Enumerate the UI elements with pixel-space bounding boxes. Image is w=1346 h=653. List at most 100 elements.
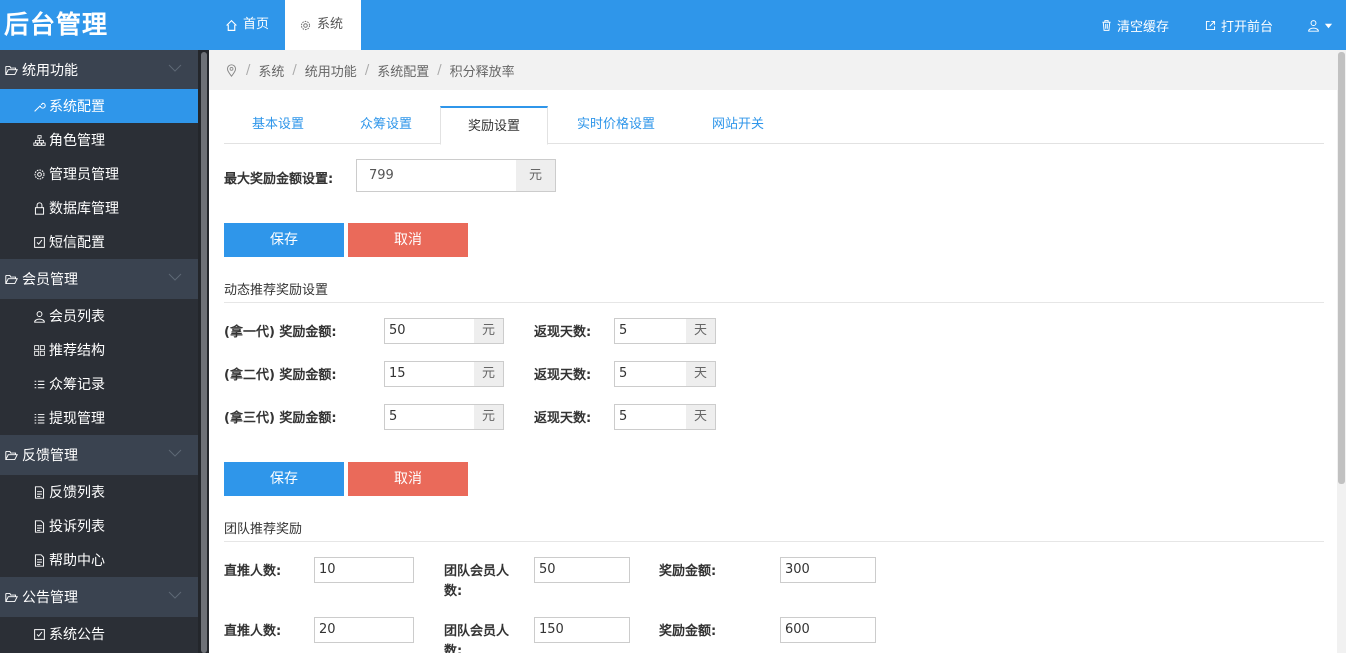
tab-reward[interactable]: 奖励设置	[440, 106, 548, 145]
top-bar: 后台管理 首页 系统 清空缓存 打开前台	[0, 0, 1346, 50]
top-tab-home[interactable]: 首页	[211, 0, 283, 50]
gen3-reward-unit: 元	[474, 404, 504, 430]
sidebar-group-label: 公告管理	[22, 590, 78, 606]
sidebar-item-member-list[interactable]: 会员列表	[0, 299, 198, 333]
breadcrumb-item-current: 积分释放率	[449, 64, 515, 80]
max-reward-input[interactable]: 799	[356, 159, 517, 192]
main-scrollbar-thumb[interactable]	[1338, 52, 1345, 484]
gen3-reward-input[interactable]: 5	[384, 404, 475, 430]
sidebar-item-crowdfund-records[interactable]: 众筹记录	[0, 367, 198, 401]
tab-crowdfund[interactable]: 众筹设置	[332, 106, 440, 144]
team-reward-section-title: 团队推荐奖励	[224, 518, 1324, 542]
user-icon	[34, 310, 45, 323]
tab-basic[interactable]: 基本设置	[224, 106, 332, 144]
sidebar-item-label: 短信配置	[49, 235, 105, 251]
sidebar-scrollbar-thumb[interactable]	[201, 52, 207, 653]
cancel-button[interactable]: 取消	[348, 223, 468, 257]
gear-icon	[34, 169, 45, 179]
gen1-reward-unit: 元	[474, 318, 504, 344]
max-reward-label: 最大奖励金额设置:	[224, 172, 334, 187]
gen1-days-input[interactable]: 5	[614, 318, 687, 344]
breadcrumb-separator: /	[437, 62, 442, 78]
wrench-icon	[34, 102, 46, 112]
sitemap-icon	[33, 134, 46, 146]
sidebar-item-sms[interactable]: 短信配置	[0, 225, 198, 259]
save-button-dynamic[interactable]: 保存	[224, 462, 344, 496]
sidebar-item-system-announcement[interactable]: 系统公告	[0, 617, 198, 651]
tab-realtime-price[interactable]: 实时价格设置	[548, 106, 684, 144]
chevron-down-icon	[168, 273, 182, 281]
user-menu[interactable]	[1307, 0, 1333, 50]
team-count-label-line2: 数:	[444, 644, 463, 653]
top-tab-system[interactable]: 系统	[285, 0, 361, 50]
team-count-input[interactable]: 150	[534, 617, 630, 643]
sidebar-item-feedback-list[interactable]: 反馈列表	[0, 475, 198, 509]
gen3-days-unit: 天	[686, 404, 716, 430]
sidebar-item-label: 数据库管理	[49, 201, 119, 217]
sidebar-group-members[interactable]: 会员管理	[0, 259, 198, 299]
sidebar-item-label: 系统配置	[49, 99, 105, 115]
sidebar-item-help-center[interactable]: 帮助中心	[0, 543, 198, 577]
top-tab-home-label: 首页	[243, 17, 270, 32]
dynamic-reward-section-title: 动态推荐奖励设置	[224, 279, 1324, 303]
main-scrollbar[interactable]	[1337, 50, 1346, 653]
breadcrumb-item[interactable]: 统用功能	[305, 61, 357, 80]
team-reward-input[interactable]: 600	[780, 617, 876, 643]
sidebar-item-label: 众筹记录	[49, 377, 105, 393]
caret-down-icon	[1324, 23, 1333, 28]
save-button[interactable]: 保存	[224, 223, 344, 257]
team-reward-label: 奖励金额:	[659, 624, 717, 639]
gen1-days-label: 返现天数:	[534, 325, 592, 340]
gen2-days-unit: 天	[686, 361, 716, 387]
gen1-days-unit: 天	[686, 318, 716, 344]
gen2-days-label: 返现天数:	[534, 368, 592, 383]
sidebar-group-label: 统用功能	[22, 63, 78, 79]
external-link-icon	[1205, 20, 1216, 30]
direct-count-label: 直推人数:	[224, 624, 282, 639]
sidebar-item-roles[interactable]: 角色管理	[0, 123, 198, 157]
sidebar-item-referral-structure[interactable]: 推荐结构	[0, 333, 198, 367]
sidebar-group-feedback[interactable]: 反馈管理	[0, 435, 198, 475]
tab-site-switch[interactable]: 网站开关	[684, 106, 792, 144]
clear-cache-label: 清空缓存	[1117, 19, 1170, 35]
breadcrumb-item[interactable]: 系统	[258, 61, 284, 80]
sidebar-item-withdrawals[interactable]: 提现管理	[0, 401, 198, 435]
gen1-reward-input[interactable]: 50	[384, 318, 475, 344]
gen2-days-input[interactable]: 5	[614, 361, 687, 387]
sidebar-item-system-config[interactable]: 系统配置	[0, 89, 198, 123]
open-frontend-button[interactable]: 打开前台	[1204, 0, 1273, 50]
gen2-reward-input[interactable]: 15	[384, 361, 475, 387]
direct-count-input[interactable]: 10	[314, 557, 414, 583]
sidebar-item-complaints[interactable]: 投诉列表	[0, 509, 198, 543]
sidebar-group-common[interactable]: 统用功能	[0, 50, 198, 90]
team-reward-label: 奖励金额:	[659, 564, 717, 579]
folder-open-icon	[5, 65, 18, 75]
team-count-label-line2: 数:	[444, 584, 463, 599]
sidebar-scrollbar[interactable]	[198, 50, 209, 653]
gear-icon	[300, 20, 311, 30]
breadcrumb-separator: /	[364, 62, 370, 78]
sidebar-item-database[interactable]: 数据库管理	[0, 191, 198, 225]
check-square-icon	[34, 236, 45, 248]
clear-cache-button[interactable]: 清空缓存	[1100, 0, 1169, 50]
list-icon	[34, 413, 45, 423]
breadcrumb-item[interactable]: 系统配置	[377, 61, 429, 80]
document-icon	[34, 553, 45, 567]
gen3-days-input[interactable]: 5	[614, 404, 687, 430]
open-frontend-label: 打开前台	[1221, 19, 1274, 35]
gen3-days-label: 返现天数:	[534, 411, 592, 426]
folder-open-icon	[5, 274, 18, 284]
team-count-input[interactable]: 50	[534, 557, 630, 583]
document-icon	[34, 485, 45, 499]
breadcrumb-separator: /	[292, 62, 297, 78]
breadcrumb: / 系统 / 统用功能 / 系统配置 / 积分释放率	[209, 50, 1337, 90]
team-reward-input[interactable]: 300	[780, 557, 876, 583]
sidebar-item-admins[interactable]: 管理员管理	[0, 157, 198, 191]
lock-icon	[34, 201, 45, 215]
direct-count-input[interactable]: 20	[314, 617, 414, 643]
document-icon	[34, 519, 45, 533]
gen3-reward-label: (拿三代) 奖励金额:	[224, 411, 337, 426]
sidebar-item-label: 投诉列表	[49, 519, 105, 535]
sidebar-group-announcements[interactable]: 公告管理	[0, 577, 198, 617]
cancel-button-dynamic[interactable]: 取消	[348, 462, 468, 496]
